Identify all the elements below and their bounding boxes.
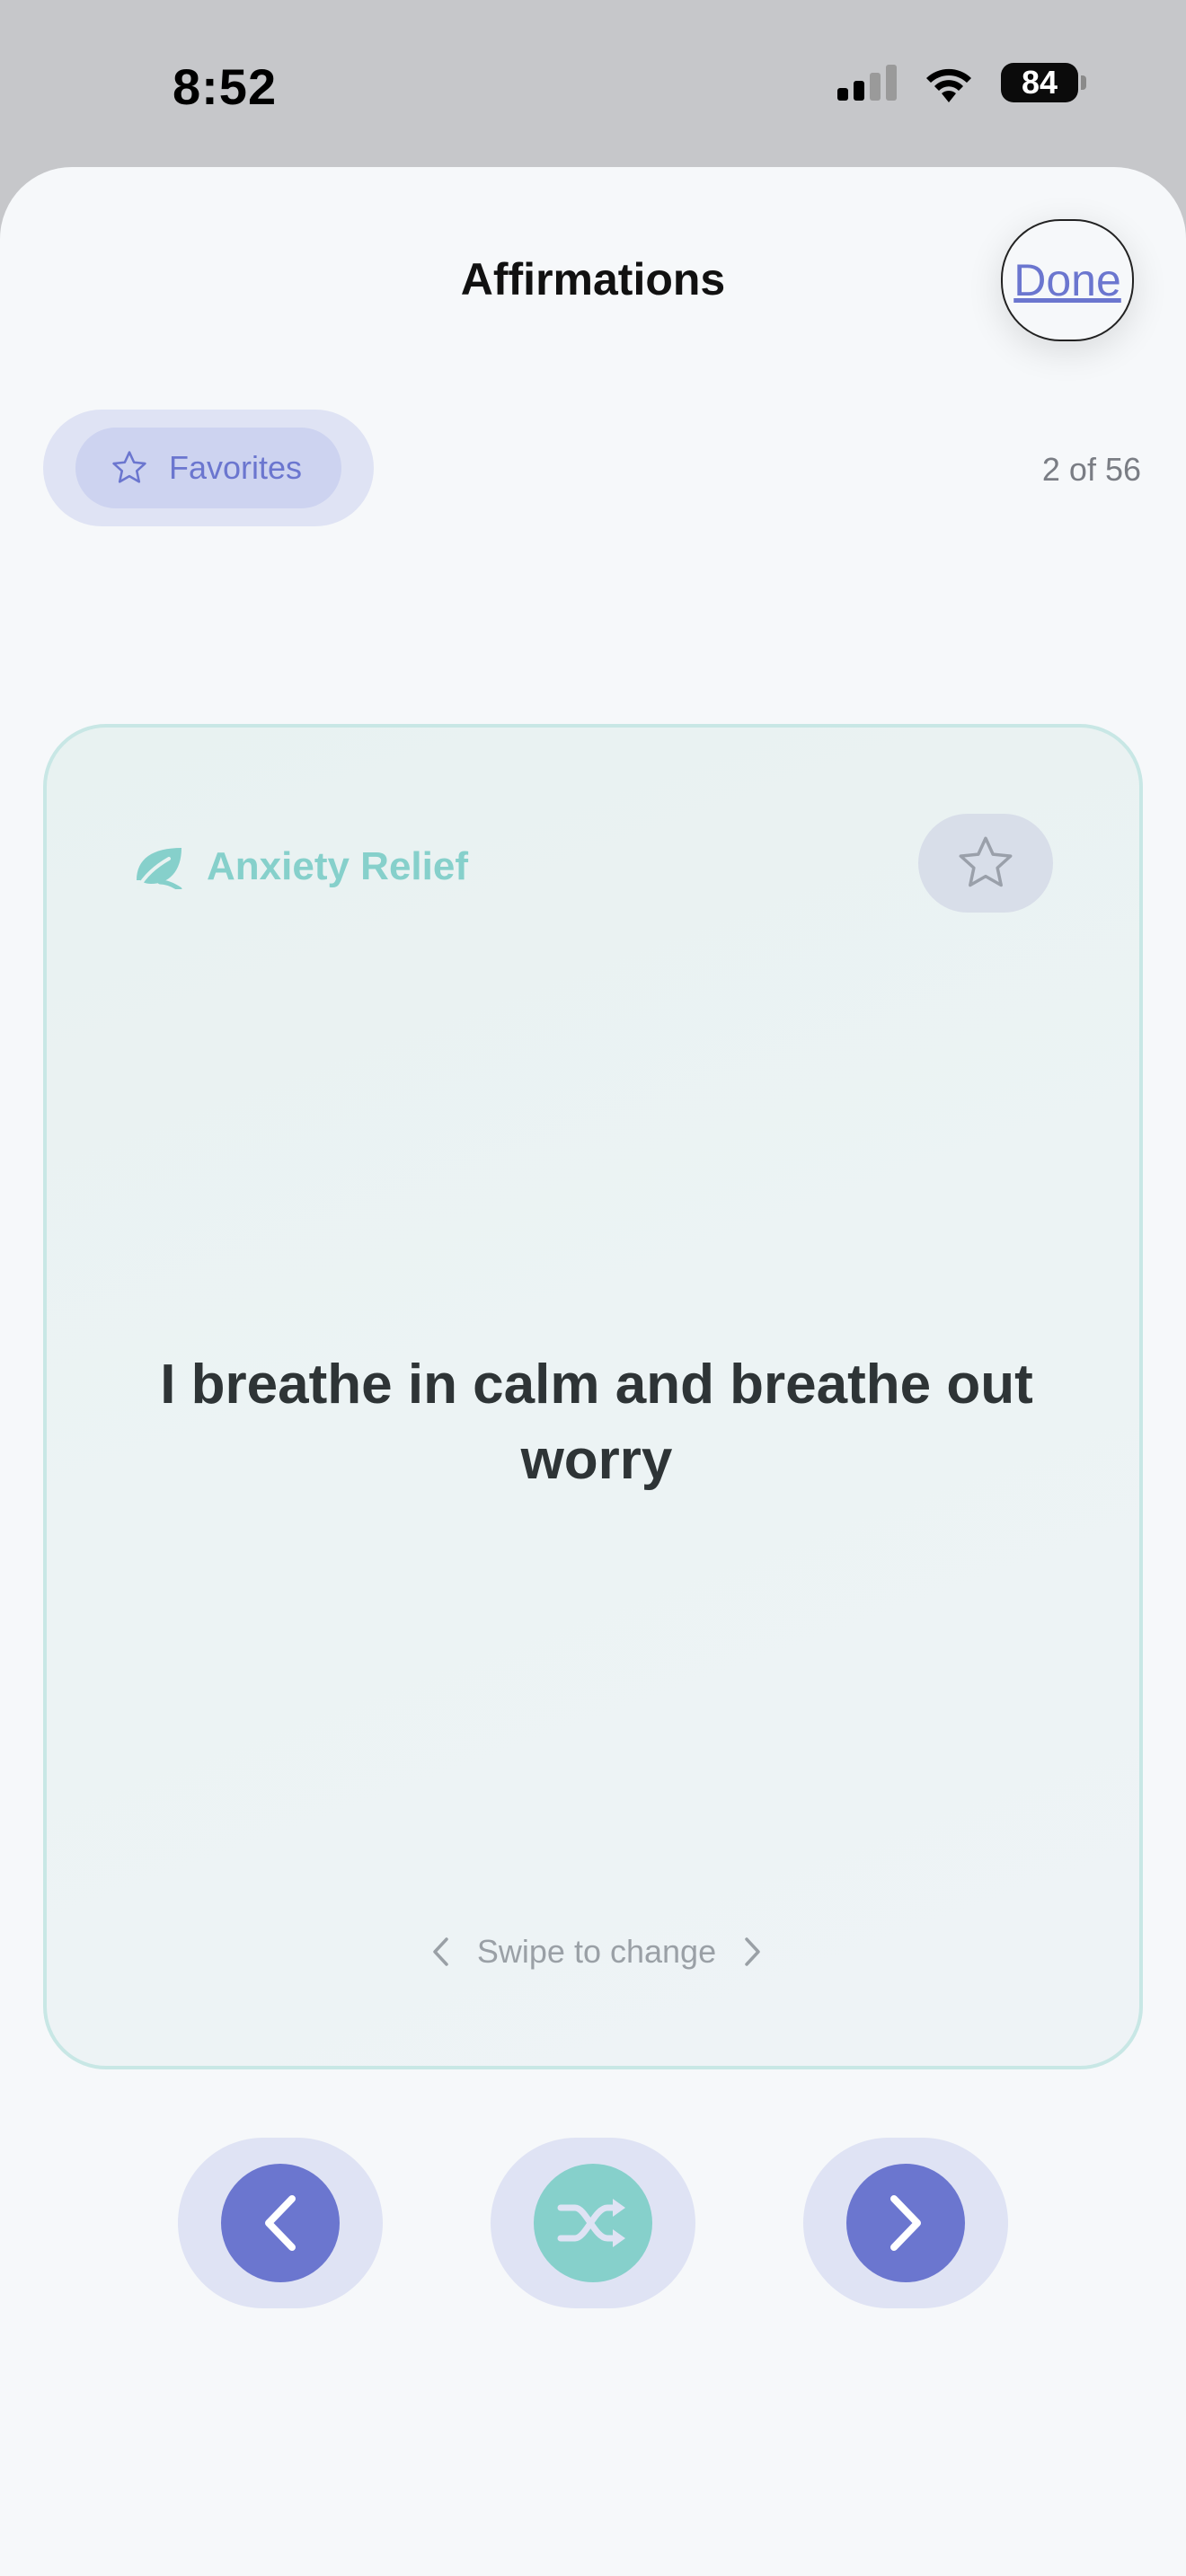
swipe-hint: Swipe to change [47, 1933, 1146, 1971]
wifi-icon [926, 68, 971, 102]
previous-button-circle[interactable] [221, 2164, 340, 2282]
favorites-button[interactable]: Favorites [75, 428, 341, 508]
affirmations-sheet: Affirmations Done Favorites 2 of 56 Anxi… [0, 167, 1186, 2576]
star-outline-icon [959, 836, 1013, 887]
cellular-signal-icon [837, 65, 897, 101]
shuffle-icon [557, 2199, 625, 2247]
category-label: Anxiety Relief [133, 844, 468, 889]
battery-icon: 84 [1001, 63, 1086, 102]
status-icons: 84 [837, 63, 1086, 102]
affirmation-text: I breathe in calm and breathe out worry [160, 1354, 1033, 1491]
previous-button[interactable] [178, 2138, 383, 2308]
leaf-icon [137, 848, 182, 889]
category-name: Anxiety Relief [207, 844, 468, 888]
status-time: 8:52 [173, 58, 278, 115]
affirmation-card[interactable]: Anxiety Relief I breathe in calm and bre… [43, 724, 1143, 2069]
done-button[interactable]: Done [1001, 219, 1134, 341]
battery-level: 84 [1021, 64, 1058, 101]
affirmation-counter: 2 of 56 [1041, 451, 1141, 488]
next-button[interactable] [803, 2138, 1008, 2308]
chevron-right-icon [890, 2195, 921, 2251]
next-button-circle[interactable] [846, 2164, 965, 2282]
swipe-hint-label: Swipe to change [476, 1933, 717, 1970]
shuffle-button-circle[interactable] [534, 2164, 652, 2282]
star-icon [112, 451, 146, 483]
chevron-left-icon [265, 2195, 296, 2251]
shuffle-button[interactable] [491, 2138, 695, 2308]
favorites-filter[interactable]: Favorites [43, 410, 374, 526]
chevron-left-icon [433, 1937, 448, 1966]
chevron-right-icon [745, 1937, 760, 1966]
status-bar: 8:52 84 [0, 0, 1186, 167]
favorite-toggle-button[interactable] [918, 814, 1053, 913]
favorites-label: Favorites [169, 449, 303, 486]
